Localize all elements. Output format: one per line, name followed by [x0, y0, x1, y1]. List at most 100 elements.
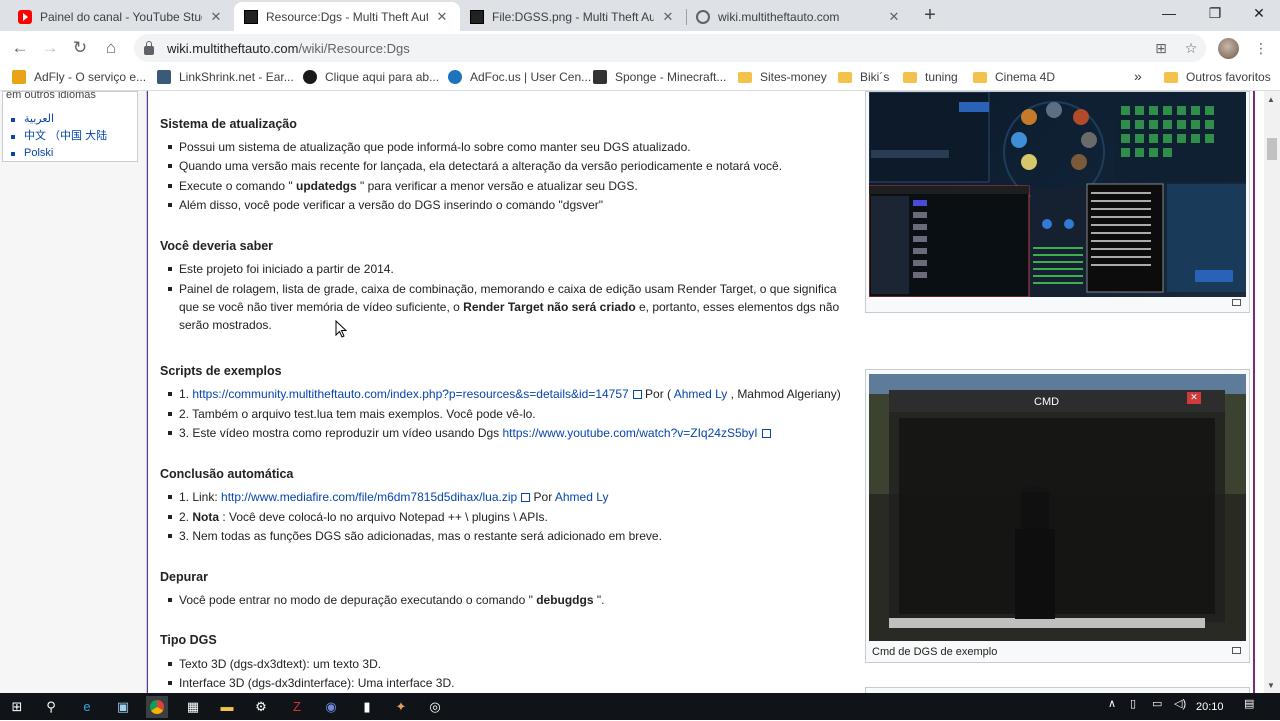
scroll-up-icon[interactable]: ▲	[1267, 95, 1275, 104]
url-text[interactable]: wiki.multitheftauto.com/wiki/Resource:Dg…	[167, 41, 410, 56]
mediafire-link[interactable]: http://www.mediafire.com/file/m6dm7815d5…	[221, 490, 517, 504]
tab-wiki[interactable]: wiki.multitheftauto.com ✕	[686, 2, 912, 31]
text-run: Por	[530, 490, 555, 504]
network-icon[interactable]: ▭	[1152, 697, 1162, 710]
menu-icon[interactable]: ⋮	[1250, 37, 1272, 59]
text-run: " para verificar a menor versão e atuali…	[356, 179, 638, 193]
restore-button[interactable]: ❐	[1192, 0, 1238, 28]
page-scrollbar[interactable]: ▲ ▼	[1264, 91, 1280, 693]
magnify-icon[interactable]	[1232, 299, 1241, 306]
mta-taskbar-icon[interactable]: ▮	[356, 696, 378, 718]
list-item-text: Execute o comando " updatedgs " para ver…	[179, 177, 848, 195]
command-debugdgs: debugdgs	[536, 593, 594, 607]
bookmark-label: AdFoc.us | User Cen...	[470, 70, 592, 84]
external-link-icon	[761, 429, 771, 438]
linkshrink-icon	[157, 70, 171, 84]
tab-resource-dgs[interactable]: Resource:Dgs - Multi Theft Auto ✕	[234, 2, 460, 31]
scrollbar-thumb[interactable]	[1267, 138, 1277, 160]
youtube-video-link[interactable]: https://www.youtube.com/watch?v=ZIq24zS5…	[503, 426, 758, 440]
text-run: Execute o comando "	[179, 179, 296, 193]
list-item: Possui um sistema de atualização que pod…	[168, 138, 848, 156]
tab-file-dgss[interactable]: File:DGSS.png - Multi Theft Auto ✕	[460, 2, 686, 31]
list-item-text: Interface 3D (dgs-dx3dinterface): Uma in…	[179, 676, 455, 690]
dgs-screenshot-thumbnail[interactable]	[865, 91, 1250, 313]
cmd-example-thumbnail[interactable]: CMD ✕ Cmd de DGS de exemplo	[865, 369, 1250, 663]
discord-icon[interactable]: ◉	[320, 696, 342, 718]
home-icon[interactable]: ⌂	[99, 36, 123, 60]
cmd-close-icon[interactable]: ✕	[1187, 392, 1201, 403]
bookmarks-more-button[interactable]: »	[1134, 68, 1142, 84]
tool-icon[interactable]: ⚙	[250, 696, 272, 718]
windows-start-icon[interactable]: ⊞	[6, 696, 28, 718]
filezilla-icon[interactable]: Z	[286, 696, 308, 718]
close-icon[interactable]: ✕	[208, 9, 224, 25]
bookmark-folder-cinema4d[interactable]: Cinema 4D	[973, 70, 1055, 84]
list-item: 3. Este vídeo mostra como reproduzir um …	[168, 424, 848, 442]
bookmark-folder-sites-money[interactable]: Sites-money	[738, 70, 827, 84]
tab-youtube-studio[interactable]: Painel do canal - YouTube Studio ✕	[8, 2, 234, 31]
clock[interactable]: 20:10	[1196, 701, 1224, 713]
globe-icon	[696, 9, 710, 24]
language-link-polish[interactable]: Polski	[11, 145, 107, 162]
magnify-icon[interactable]	[1232, 647, 1241, 654]
game-scene	[869, 374, 1246, 641]
store-icon[interactable]: ▣	[112, 696, 134, 718]
notifications-icon[interactable]: ▤	[1244, 697, 1254, 710]
dgs-screenshot-image[interactable]	[869, 92, 1246, 297]
bookmark-adfocus[interactable]: AdFoc.us | User Cen...	[448, 70, 591, 84]
section-heading-update: Sistema de atualização	[160, 117, 297, 131]
list-item: Texto 3D (dgs-dx3dtext): um texto 3D.	[168, 655, 848, 673]
search-icon[interactable]: ⚲	[40, 696, 62, 718]
address-bar[interactable]: wiki.multitheftauto.com/wiki/Resource:Dg…	[134, 34, 1206, 62]
app-icon[interactable]: ✦	[390, 696, 412, 718]
obs-icon[interactable]: ◎	[424, 696, 446, 718]
close-icon[interactable]: ✕	[660, 9, 676, 25]
window-close-button[interactable]: ✕	[1236, 0, 1280, 28]
text-run: 1.	[179, 387, 193, 401]
forward-icon[interactable]: →	[38, 36, 62, 60]
star-icon[interactable]: ☆	[1180, 37, 1202, 59]
tab-strip: Painel do canal - YouTube Studio ✕ Resou…	[0, 0, 1280, 31]
avatar[interactable]	[1218, 38, 1239, 59]
bookmark-folder-tuning[interactable]: tuning	[903, 70, 958, 84]
content-border	[147, 91, 148, 693]
edge-icon[interactable]: e	[76, 696, 98, 718]
bookmark-other-favorites[interactable]: Outros favoritos	[1164, 70, 1271, 84]
bookmark-linkshrink[interactable]: LinkShrink.net - Ear...	[157, 70, 294, 84]
tray-arrow-icon[interactable]: ∧	[1108, 697, 1116, 710]
author-link-ahmed-ly[interactable]: Ahmed Ly	[555, 490, 609, 504]
list-item: 2. Nota : Você deve colocá-lo no arquivo…	[168, 508, 848, 526]
bookmark-folder-bikis[interactable]: Biki´s	[838, 70, 889, 84]
community-resource-link[interactable]: https://community.multitheftauto.com/ind…	[192, 387, 628, 401]
usb-icon[interactable]: ▯	[1130, 697, 1136, 710]
list-item: Este projeto foi iniciado a partir de 20…	[168, 260, 848, 278]
language-link-chinese[interactable]: 中文 （中国 大陆	[11, 128, 107, 145]
scroll-down-icon[interactable]: ▼	[1267, 681, 1275, 690]
minimize-button[interactable]: —	[1146, 0, 1192, 28]
file-explorer-icon[interactable]: ▬	[216, 696, 238, 718]
windows-taskbar: ⊞ ⚲ e ▣ ▦ ▬ ⚙ Z ◉ ▮ ✦ ◎ ∧ ▯ ▭ ◁) 20:10 ▤	[0, 693, 1280, 720]
list-item: 2. Também o arquivo test.lua tem mais ex…	[168, 405, 848, 423]
section-heading-types: Tipo DGS	[160, 633, 217, 647]
list-item: Painel de rolagem, lista de grade, caixa…	[168, 280, 848, 334]
translate-icon[interactable]: ⊞	[1150, 37, 1172, 59]
calculator-icon[interactable]: ▦	[182, 696, 204, 718]
bookmark-clique[interactable]: Clique aqui para ab...	[303, 70, 439, 84]
close-icon[interactable]: ✕	[434, 9, 450, 25]
cmd-example-image[interactable]: CMD ✕	[869, 374, 1246, 641]
folder-icon	[973, 71, 987, 83]
volume-icon[interactable]: ◁)	[1174, 697, 1186, 710]
close-icon[interactable]: ✕	[886, 9, 902, 25]
back-icon[interactable]: ←	[8, 36, 32, 60]
new-tab-button[interactable]: +	[918, 4, 942, 28]
bookmark-label: LinkShrink.net - Ear...	[179, 70, 294, 84]
bookmark-sponge[interactable]: Sponge - Minecraft...	[593, 70, 726, 84]
bookmark-adfly[interactable]: AdFly - O serviço e...	[12, 70, 146, 84]
languages-header: em outros idiomas	[6, 91, 96, 101]
author-link-ahmed-ly[interactable]: Ahmed Ly	[674, 387, 728, 401]
list-item-text: Texto 3D (dgs-dx3dtext): um texto 3D.	[179, 657, 382, 671]
chrome-icon[interactable]	[146, 696, 168, 718]
language-link-arabic[interactable]: العربية	[11, 111, 107, 128]
bookmark-label: Outros favoritos	[1186, 70, 1271, 84]
reload-icon[interactable]: ↻	[68, 36, 92, 60]
